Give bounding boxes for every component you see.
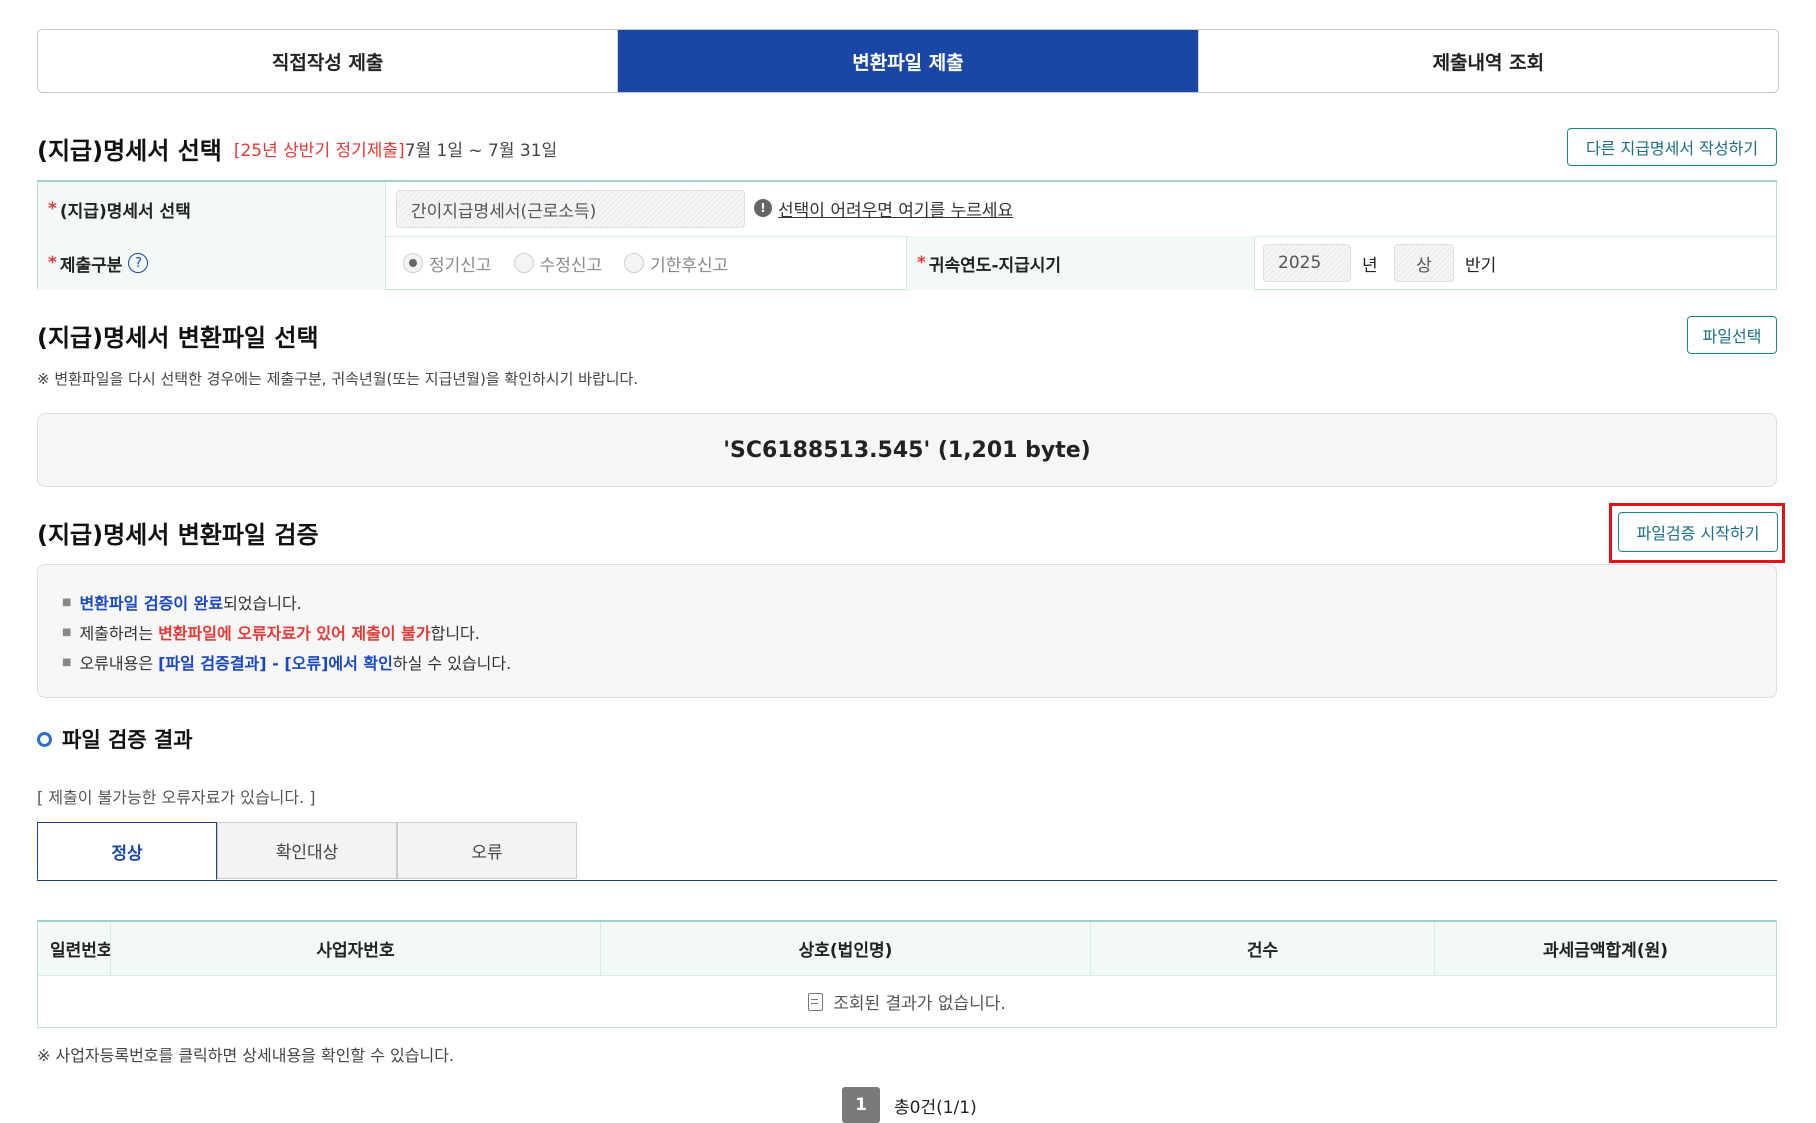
document-icon [808, 992, 824, 1011]
period-badge: [25년 상반기 정기제출] [233, 140, 405, 161]
tab-convert-file[interactable]: 변환파일 제출 [617, 30, 1198, 92]
radio-regular[interactable]: 정기신고 [403, 251, 492, 276]
file-select-note: ※ 변환파일을 다시 선택한 경우에는 제출구분, 귀속년월(또는 지급년월)을… [37, 370, 639, 388]
help-link[interactable]: 선택이 어려우면 여기를 누르세요 [778, 196, 1013, 221]
radio-amend[interactable]: 수정신고 [513, 251, 602, 276]
label-statement-select: * (지급)명세서 선택 [38, 182, 385, 236]
half-unit: 반기 [1465, 255, 1497, 276]
other-statement-button[interactable]: 다른 지급명세서 작성하기 [1567, 128, 1777, 166]
required-mark: * [48, 199, 57, 219]
col-business-number: 사업자번호 [110, 922, 600, 975]
required-mark: * [917, 253, 926, 273]
form-row-submission: * 제출구분 ? 정기신고 수정신고 기한후신고 * 귀속연도-지급시기 202… [38, 236, 1776, 290]
section-title: (지급)명세서 선택 [37, 136, 222, 165]
verify-message-box: ■ 변환파일 검증이 완료 되었습니다. ■ 제출하려는 변환파일에 오류자료가… [37, 564, 1777, 698]
pagination-total: 총0건(1/1) [894, 1098, 977, 1118]
message-line: ■ 제출하려는 변환파일에 오류자료가 있어 제출이 불가 합니다. [62, 624, 480, 643]
tab-direct-write[interactable]: 직접작성 제출 [38, 30, 618, 92]
divider [1254, 236, 1255, 290]
period-range: 7월 1일 ~ 7월 31일 [404, 140, 558, 161]
help-link-group[interactable]: ! 선택이 어려우면 여기를 누르세요 [754, 182, 1013, 234]
submission-tabs: 직접작성 제출 변환파일 제출 제출내역 조회 [37, 29, 1779, 93]
radio-circle [403, 253, 423, 273]
info-icon: ! [754, 199, 772, 217]
tab-submission-history[interactable]: 제출내역 조회 [1197, 30, 1778, 92]
results-footnote: ※ 사업자등록번호를 클릭하면 상세내용을 확인할 수 있습니다. [37, 1046, 455, 1065]
col-serial: 일련번호 [50, 941, 110, 961]
form-row-statement: * (지급)명세서 선택 간이지급명세서(근로소득) ! 선택이 어려우면 여기… [38, 182, 1776, 237]
radio-circle [513, 253, 534, 273]
label-text: 귀속연도-지급시기 [928, 255, 1062, 276]
statement-type-field[interactable]: 간이지급명세서(근로소득) [396, 190, 745, 228]
table-header: 일련번호 사업자번호 상호(법인명) 건수 과세금액합계(원) [38, 922, 1776, 976]
tab-normal[interactable]: 정상 [37, 822, 217, 880]
results-table: 일련번호 사업자번호 상호(법인명) 건수 과세금액합계(원) 조회된 결과가 … [37, 920, 1777, 1028]
results-header: 파일 검증 결과 [37, 724, 193, 754]
tab-error[interactable]: 오류 [397, 822, 577, 879]
half-field[interactable]: 상 [1394, 244, 1454, 282]
question-icon[interactable]: ? [128, 253, 149, 273]
divider [385, 236, 386, 290]
year-unit: 년 [1362, 255, 1378, 276]
section-file-select-title: (지급)명세서 변환파일 선택 [37, 324, 319, 352]
tab-check-target[interactable]: 확인대상 [217, 822, 397, 879]
selected-file-display: 'SC6188513.545' (1,201 byte) [37, 413, 1777, 487]
section-statement-select-header: (지급)명세서 선택 [25년 상반기 정기제출] 7월 1일 ~ 7월 31일 [37, 130, 557, 166]
divider [385, 182, 386, 236]
required-mark: * [48, 253, 57, 273]
submission-type-radios: 정기신고 수정신고 기한후신고 [403, 236, 728, 290]
col-count: 건수 [1090, 922, 1434, 975]
label-text: 제출구분 [59, 255, 123, 276]
label-text: (지급)명세서 선택 [59, 201, 191, 222]
radio-late[interactable]: 기한후신고 [624, 251, 728, 276]
start-verify-button[interactable]: 파일검증 시작하기 [1618, 512, 1778, 552]
results-status-text: [ 제출이 불가능한 오류자료가 있습니다. ] [37, 788, 316, 807]
message-line: ■ 오류내용은 [파일 검증결과] - [오류]에서 확인 하실 수 있습니다. [62, 654, 512, 673]
statement-form-table: * (지급)명세서 선택 간이지급명세서(근로소득) ! 선택이 어려우면 여기… [37, 180, 1777, 290]
col-taxable-total: 과세금액합계(원) [1434, 922, 1776, 975]
radio-circle [624, 253, 645, 273]
col-company-name: 상호(법인명) [600, 922, 1090, 975]
circle-bullet-icon [37, 731, 52, 747]
year-field[interactable]: 2025 [1263, 244, 1351, 282]
file-select-button[interactable]: 파일선택 [1687, 316, 1777, 354]
message-line: ■ 변환파일 검증이 완료 되었습니다. [62, 594, 302, 613]
results-title: 파일 검증 결과 [62, 728, 193, 752]
empty-message: 조회된 결과가 없습니다. [833, 994, 1006, 1014]
label-attribution-period: * 귀속연도-지급시기 [907, 236, 1254, 290]
result-tabs: 정상 확인대상 오류 [37, 822, 1777, 881]
section-file-verify-title: (지급)명세서 변환파일 검증 [37, 521, 319, 549]
page-button-current[interactable]: 1 [842, 1087, 880, 1123]
label-submission-type: * 제출구분 ? [38, 236, 385, 290]
empty-row: 조회된 결과가 없습니다. [38, 975, 1776, 1028]
